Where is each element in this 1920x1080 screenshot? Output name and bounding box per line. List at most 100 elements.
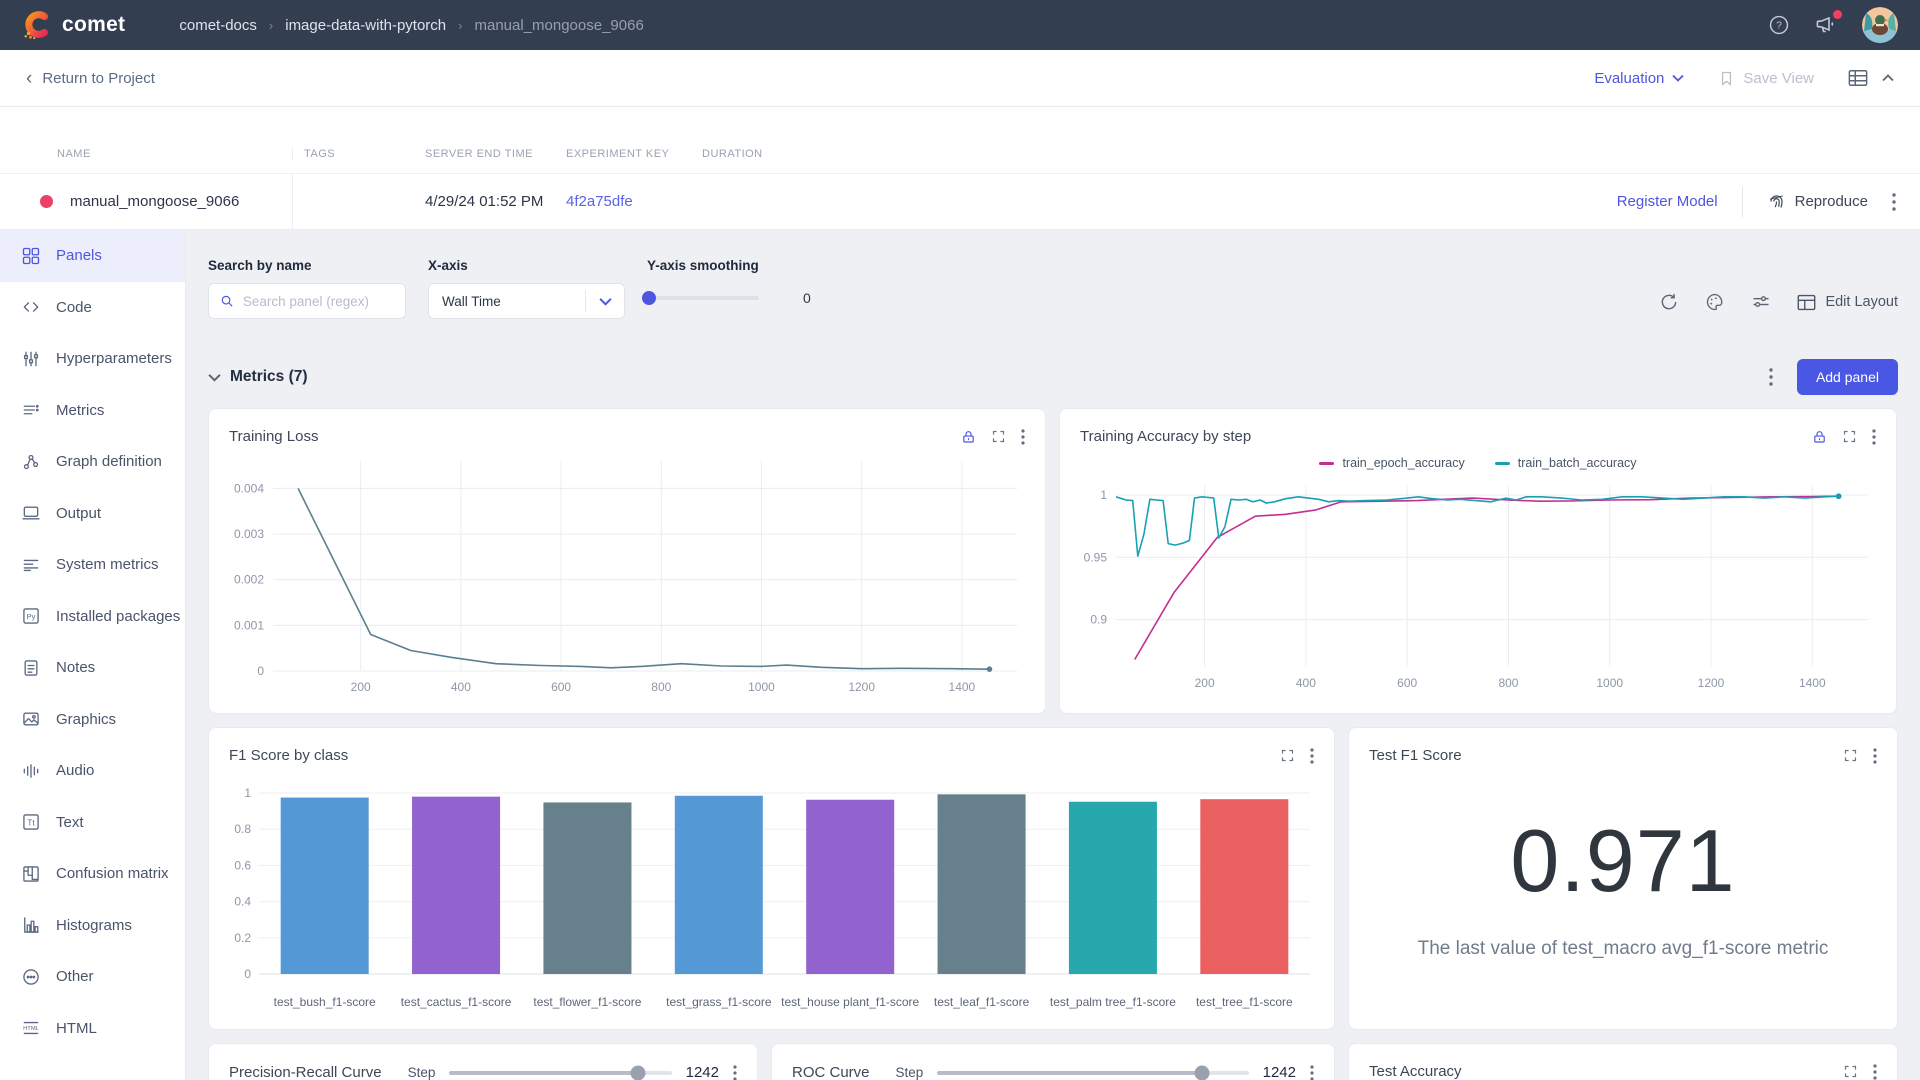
experiment-name[interactable]: manual_mongoose_9066 [70,193,239,210]
svg-text:0.003: 0.003 [234,527,264,541]
f1-score-bar-chart[interactable]: 00.20.40.60.81test_bush_f1-scoretest_cac… [221,770,1322,1020]
sidebar-item-metrics[interactable]: Metrics [0,385,185,437]
sidebar-item-label: Graph definition [56,453,162,470]
expand-icon[interactable] [1843,748,1858,763]
confusion-matrix-icon [21,864,41,884]
svg-text:test_cactus_f1-score: test_cactus_f1-score [401,995,512,1009]
palette-icon[interactable] [1705,292,1725,312]
svg-text:800: 800 [651,680,671,694]
refresh-icon[interactable] [1659,292,1679,312]
panel-kebab-menu-icon[interactable] [1021,429,1025,445]
help-icon[interactable]: ? [1768,14,1790,36]
smoothing-label: Y-axis smoothing [647,258,811,273]
save-view-button[interactable]: Save View [1718,70,1814,87]
sidebar-item-label: Metrics [56,402,104,419]
section-collapse-chevron-icon[interactable] [208,373,221,382]
row-kebab-menu-icon[interactable] [1892,193,1896,211]
legend-item[interactable]: train_batch_accuracy [1495,456,1637,470]
column-header-server-end-time[interactable]: SERVER END TIME [414,148,555,160]
legend-label: train_epoch_accuracy [1342,456,1464,470]
panel-kebab-menu-icon[interactable] [1872,429,1876,445]
view-selector-dropdown[interactable]: Evaluation [1594,70,1684,87]
smoothing-slider[interactable] [647,296,759,300]
slider-thumb[interactable] [642,291,656,305]
sidebar-item-histograms[interactable]: Histograms [0,900,185,952]
chart-legend[interactable]: train_epoch_accuracy train_batch_accuracy [1072,451,1884,475]
column-header-name[interactable]: NAME [0,148,292,160]
panel-kebab-menu-icon[interactable] [1310,748,1314,764]
announcements-icon[interactable] [1814,13,1838,37]
experiment-tags-cell [292,174,414,229]
sidebar-item-confusion-matrix[interactable]: Confusion matrix [0,848,185,900]
sidebar-item-notes[interactable]: Notes [0,642,185,694]
metrics-section-title[interactable]: Metrics (7) [230,368,308,386]
sidebar-item-label: Graphics [56,711,116,728]
slider-thumb[interactable] [1194,1065,1209,1080]
chevron-up-icon[interactable] [1882,74,1894,82]
sidebar-item-code[interactable]: Code [0,282,185,334]
experiment-row[interactable]: manual_mongoose_9066 4/29/24 01:52 PM 4f… [0,173,1920,230]
training-accuracy-chart[interactable]: 2004006008001000120014000.90.951 [1072,475,1884,697]
lock-icon[interactable] [1812,429,1827,445]
sidebar-item-audio[interactable]: Audio [0,745,185,797]
svg-text:test_palm tree_f1-score: test_palm tree_f1-score [1050,995,1176,1009]
slider-fill [449,1071,638,1075]
xaxis-label: X-axis [428,258,625,273]
reproduce-button[interactable]: Reproduce [1767,192,1868,211]
register-model-button[interactable]: Register Model [1617,193,1718,210]
search-input[interactable] [243,294,394,309]
comet-flame-icon [22,10,52,40]
save-view-label: Save View [1743,70,1814,87]
sidebar-item-label: System metrics [56,556,159,573]
sidebar-item-label: Installed packages [56,608,180,625]
slider-thumb[interactable] [631,1065,646,1080]
notes-icon [21,658,41,678]
filter-sliders-icon[interactable] [1751,292,1771,312]
legend-item[interactable]: train_epoch_accuracy [1319,456,1464,470]
section-kebab-menu-icon[interactable] [1769,368,1773,386]
sidebar-item-text[interactable]: TtText [0,797,185,849]
sidebar-item-system-metrics[interactable]: System metrics [0,539,185,591]
step-slider[interactable] [449,1071,671,1075]
xaxis-select[interactable]: Wall Time [428,283,625,319]
sidebar-item-hyperparameters[interactable]: Hyperparameters [0,333,185,385]
panel-kebab-menu-icon[interactable] [1873,748,1877,764]
expand-icon[interactable] [1280,748,1295,763]
table-layout-icon[interactable] [1848,69,1868,87]
sidebar-item-installed-packages[interactable]: PyInstalled packages [0,591,185,643]
panel-kebab-menu-icon[interactable] [733,1065,737,1080]
breadcrumb-workspace[interactable]: comet-docs [179,17,257,34]
sidebar-item-graphics[interactable]: Graphics [0,694,185,746]
experiment-key-link[interactable]: 4f2a75dfe [555,174,691,229]
sidebar-item-label: Code [56,299,92,316]
panel-title: Training Loss [229,428,319,445]
svg-text:400: 400 [451,680,471,694]
step-slider[interactable] [937,1071,1248,1075]
column-header-duration[interactable]: DURATION [691,148,1920,160]
svg-text:1: 1 [1100,488,1107,502]
panel-kebab-menu-icon[interactable] [1310,1065,1314,1080]
panel-training-accuracy: Training Accuracy by step train_epoch_ac… [1059,408,1897,714]
avatar[interactable] [1862,7,1898,43]
add-panel-button[interactable]: Add panel [1797,359,1898,395]
panel-kebab-menu-icon[interactable] [1873,1064,1877,1080]
training-loss-chart[interactable]: 20040060080010001200140000.0010.0020.003… [221,451,1033,701]
svg-text:0: 0 [257,664,264,678]
column-header-experiment-key[interactable]: EXPERIMENT KEY [555,148,691,160]
sidebar-item-graph-definition[interactable]: Graph definition [0,436,185,488]
return-to-project-link[interactable]: ‹ Return to Project [26,69,155,88]
sidebar-item-panels[interactable]: Panels [0,230,185,282]
sidebar-item-other[interactable]: Other [0,951,185,1003]
expand-icon[interactable] [1843,1064,1858,1079]
svg-text:1400: 1400 [949,680,976,694]
breadcrumb-project[interactable]: image-data-with-pytorch [285,17,446,34]
lock-icon[interactable] [961,429,976,445]
metrics-icon [21,400,41,420]
expand-icon[interactable] [991,429,1006,444]
sidebar-item-output[interactable]: Output [0,488,185,540]
column-header-tags[interactable]: TAGS [292,148,414,160]
edit-layout-button[interactable]: Edit Layout [1797,294,1898,311]
expand-icon[interactable] [1842,429,1857,444]
sidebar-item-html[interactable]: HTMLHTML [0,1003,185,1055]
comet-logo[interactable]: comet [22,10,125,40]
